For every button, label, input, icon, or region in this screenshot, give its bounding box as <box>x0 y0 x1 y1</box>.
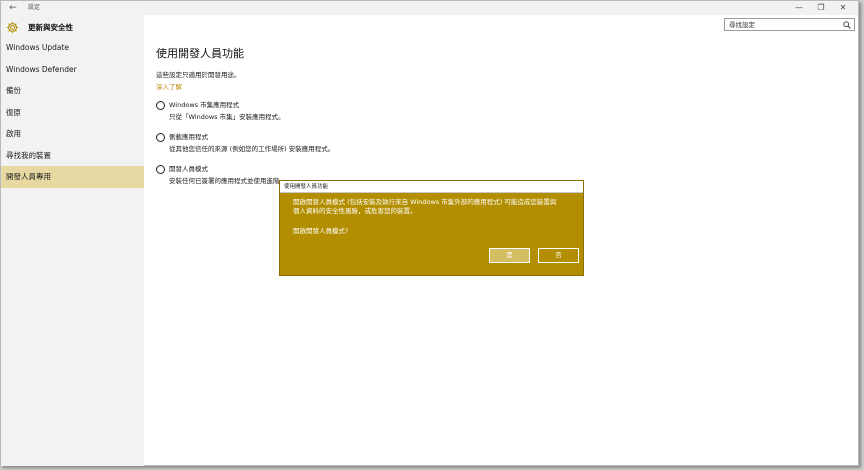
search-input[interactable]: 尋找設定 <box>724 18 855 31</box>
search-placeholder: 尋找設定 <box>729 21 755 29</box>
search-icon[interactable] <box>843 21 851 29</box>
page-description: 這些設定只適用於開發用途。 <box>156 71 241 79</box>
option-sideload-apps[interactable]: 側載應用程式 從其他您信任的來源 (例如您的工作場所) 安裝應用程式。 <box>156 133 496 163</box>
radio-developer-mode[interactable] <box>156 165 165 174</box>
dialog-title: 使用開發人員功能 <box>280 181 583 193</box>
sidebar-item-find-my-device[interactable]: 尋找我的裝置 <box>1 145 144 167</box>
dialog-body: 開啟開發人員模式 (包括安裝及執行來自 Windows 市集外部的應用程式) 可… <box>280 193 583 275</box>
page-title: 使用開發人員功能 <box>156 47 244 60</box>
close-button[interactable]: ✕ <box>832 1 854 15</box>
settings-window: ← 設定 — ❐ ✕ 更新與安全性 Windows Update Windows… <box>0 0 859 466</box>
sidebar-item-windows-defender[interactable]: Windows Defender <box>1 59 144 81</box>
option-description: 安裝任何已簽署的應用程式並使用進階 <box>169 177 280 185</box>
option-description: 只從「Windows 市集」安裝應用程式。 <box>169 113 285 121</box>
learn-more-link[interactable]: 深入了解 <box>156 81 182 91</box>
back-arrow-icon[interactable]: ← <box>7 2 19 14</box>
app-title: 更新與安全性 <box>28 22 73 32</box>
radio-store-apps[interactable] <box>156 101 165 110</box>
no-button[interactable]: 否 <box>538 248 579 263</box>
yes-button[interactable]: 是 <box>489 248 530 263</box>
dialog-question: 開啟開發人員模式? <box>293 227 349 235</box>
sidebar-item-recovery[interactable]: 復原 <box>1 102 144 124</box>
sidebar-item-backup[interactable]: 備份 <box>1 80 144 102</box>
option-title: 開發人員模式 <box>169 165 208 173</box>
window-title: 設定 <box>28 4 41 11</box>
main-content: 使用開發人員功能 這些設定只適用於開發用途。 深入了解 Windows 市集應用… <box>156 45 334 185</box>
title-bar: ← 設定 — ❐ ✕ <box>1 1 858 15</box>
developer-mode-dialog: 使用開發人員功能 開啟開發人員模式 (包括安裝及執行來自 Windows 市集外… <box>279 180 584 276</box>
app-header: 更新與安全性 <box>6 19 73 35</box>
option-description: 從其他您信任的來源 (例如您的工作場所) 安裝應用程式。 <box>169 145 335 153</box>
gear-icon <box>6 21 19 33</box>
sidebar: 更新與安全性 Windows Update Windows Defender 備… <box>1 15 144 466</box>
dialog-message: 開啟開發人員模式 (包括安裝及執行來自 Windows 市集外部的應用程式) 可… <box>293 198 556 216</box>
sidebar-nav: Windows Update Windows Defender 備份 復原 啟用… <box>1 37 144 188</box>
maximize-button[interactable]: ❐ <box>810 1 832 15</box>
dialog-message-line: 開啟開發人員模式 (包括安裝及執行來自 Windows 市集外部的應用程式) 可… <box>293 198 557 206</box>
option-title: 側載應用程式 <box>169 133 208 141</box>
sidebar-item-windows-update[interactable]: Windows Update <box>1 37 144 59</box>
minimize-button[interactable]: — <box>788 1 810 15</box>
sidebar-item-activation[interactable]: 啟用 <box>1 123 144 145</box>
option-title: Windows 市集應用程式 <box>169 101 240 109</box>
dialog-message-line: 個人資料的安全性風險，或危害您的裝置。 <box>293 207 417 215</box>
radio-sideload-apps[interactable] <box>156 133 165 142</box>
option-store-apps[interactable]: Windows 市集應用程式 只從「Windows 市集」安裝應用程式。 <box>156 101 496 131</box>
window-controls: — ❐ ✕ <box>788 1 854 15</box>
sidebar-item-for-developers[interactable]: 開發人員專用 <box>1 166 144 188</box>
